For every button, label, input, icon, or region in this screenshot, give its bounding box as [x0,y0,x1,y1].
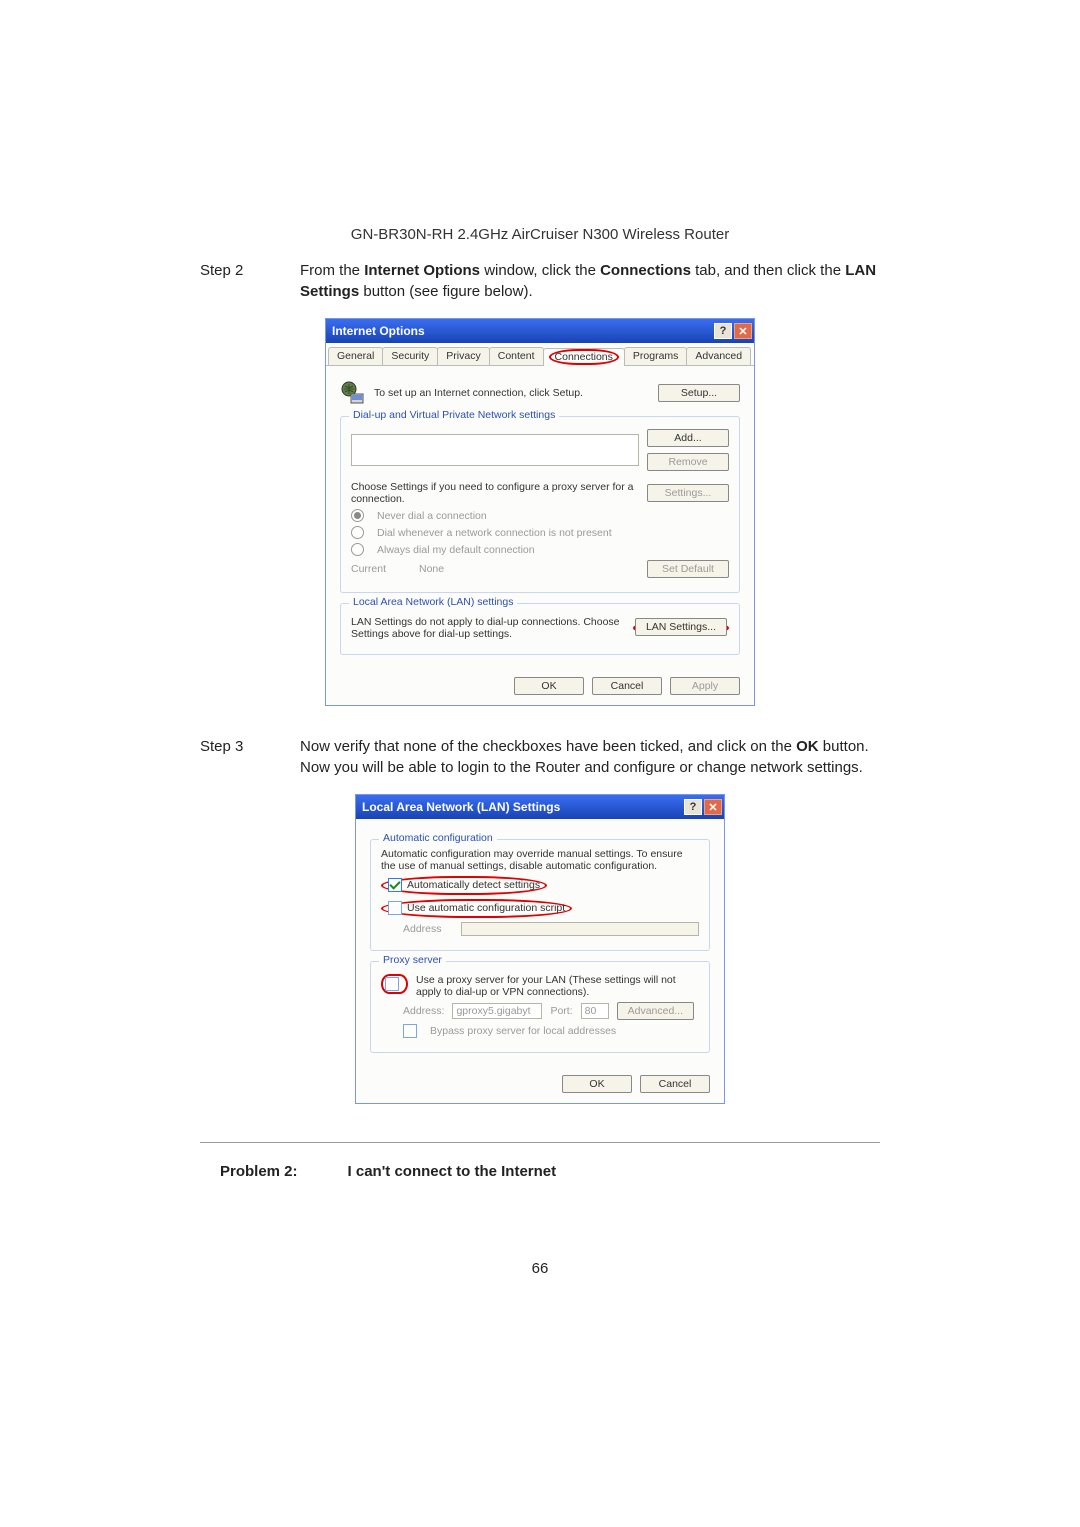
b: Connections [600,262,691,279]
ok-button[interactable]: OK [514,677,584,695]
step-2: Step 2 From the Internet Options window,… [200,260,880,302]
proxy-check-highlight [381,974,408,994]
lan-settings-highlight: LAN Settings... [633,620,729,636]
problem-2: Problem 2: I can't connect to the Intern… [220,1163,880,1180]
lan-legend: Local Area Network (LAN) settings [349,596,517,608]
step3-label: Step 3 [200,736,270,778]
dvp-legend: Dial-up and Virtual Private Network sett… [349,409,559,421]
dvp-fieldset: Dial-up and Virtual Private Network sett… [340,416,740,593]
io-title: Internet Options [332,324,425,338]
step2-text: From the Internet Options window, click … [300,260,880,302]
io-title-bar[interactable]: Internet Options ? ✕ [326,319,754,343]
b: OK [796,738,819,755]
proxy-check-label: Use a proxy server for your LAN (These s… [416,974,699,998]
ok-button[interactable]: OK [562,1075,632,1093]
t: From the [300,262,364,279]
radio-icon [351,543,364,556]
bypass-check[interactable]: Bypass proxy server for local addresses [403,1024,699,1038]
auto-hint: Automatic configuration may override man… [381,848,699,872]
tab-content[interactable]: Content [489,347,544,365]
radio-icon [351,526,364,539]
lan-title-bar[interactable]: Local Area Network (LAN) Settings ? ✕ [356,795,724,819]
radio-always[interactable]: Always dial my default connection [351,543,729,556]
cancel-button[interactable]: Cancel [592,677,662,695]
help-button[interactable]: ? [684,799,702,815]
set-default-button[interactable]: Set Default [647,560,729,578]
settings-hint: Choose Settings if you need to configure… [351,481,639,505]
t: window, click the [480,262,600,279]
auto-legend: Automatic configuration [379,832,497,844]
lan-hint: LAN Settings do not apply to dial-up con… [351,616,625,640]
step-3: Step 3 Now verify that none of the check… [200,736,880,778]
bypass-label: Bypass proxy server for local addresses [430,1025,616,1037]
radio-whenever[interactable]: Dial whenever a network connection is no… [351,526,729,539]
auto-detect-check[interactable]: Automatically detect settings [381,876,699,895]
addr2-label: Address: [403,1005,444,1017]
tab-general[interactable]: General [328,347,383,365]
checkbox-icon [388,901,402,915]
help-button[interactable]: ? [714,323,732,339]
radio-icon [351,509,364,522]
add-button[interactable]: Add... [647,429,729,447]
page-header: GN-BR30N-RH 2.4GHz AirCruiser N300 Wirel… [0,226,1080,243]
close-button[interactable]: ✕ [704,799,722,815]
auto-script-check[interactable]: Use automatic configuration script [381,899,699,918]
t: tab, and then click the [691,262,845,279]
io-setup-text: To set up an Internet connection, click … [374,387,650,399]
problem-label: Problem 2: [220,1163,298,1180]
tab-advanced[interactable]: Advanced [686,347,751,365]
settings-button[interactable]: Settings... [647,484,729,502]
cancel-button[interactable]: Cancel [640,1075,710,1093]
tab-programs[interactable]: Programs [624,347,688,365]
lan-fieldset: Local Area Network (LAN) settings LAN Se… [340,603,740,655]
proxy-legend: Proxy server [379,954,446,966]
lan-settings-button[interactable]: LAN Settings... [635,618,727,636]
globe-wizard-icon [340,380,366,406]
checkbox-icon [388,878,402,892]
tab-privacy[interactable]: Privacy [437,347,489,365]
r2: Dial whenever a network connection is no… [377,527,612,539]
checkbox-icon [385,977,399,991]
lan-title: Local Area Network (LAN) Settings [362,800,560,814]
lan-settings-dialog: Local Area Network (LAN) Settings ? ✕ Au… [355,794,725,1104]
port-label: Port: [550,1005,572,1017]
remove-button[interactable]: Remove [647,453,729,471]
auto-config-fieldset: Automatic configuration Automatic config… [370,839,710,951]
divider [200,1142,880,1143]
problem-title: I can't connect to the Internet [348,1163,557,1180]
step2-label: Step 2 [200,260,270,302]
radio-never[interactable]: Never dial a connection [351,509,729,522]
script-address-input[interactable] [461,922,699,936]
step3-text: Now verify that none of the checkboxes h… [300,736,880,778]
io-tabs: General Security Privacy Content Connect… [326,343,754,366]
t: Now verify that none of the checkboxes h… [300,738,796,755]
page-number: 66 [0,1260,1080,1277]
current-label: Current [351,563,411,575]
auto-detect-label: Automatically detect settings [407,879,540,891]
r3: Always dial my default connection [377,544,535,556]
t: button (see figure below). [359,283,532,300]
setup-button[interactable]: Setup... [658,384,740,402]
auto-script-highlight: Use automatic configuration script [381,899,572,918]
b: Internet Options [364,262,480,279]
apply-button[interactable]: Apply [670,677,740,695]
internet-options-dialog: Internet Options ? ✕ General Security Pr… [325,318,755,706]
proxy-fieldset: Proxy server Use a proxy server for your… [370,961,710,1053]
address-label: Address [403,923,453,935]
advanced-button[interactable]: Advanced... [617,1002,694,1020]
proxy-check[interactable]: Use a proxy server for your LAN (These s… [381,974,699,998]
connections-listbox[interactable] [351,434,639,466]
close-button[interactable]: ✕ [734,323,752,339]
auto-detect-highlight: Automatically detect settings [381,876,547,895]
tab-security[interactable]: Security [382,347,438,365]
auto-script-label: Use automatic configuration script [407,902,565,914]
tab-connections[interactable]: Connections [543,348,625,366]
current-value: None [419,563,639,575]
connections-highlight: Connections [549,349,619,365]
proxy-port-input[interactable]: 80 [581,1003,609,1019]
r1: Never dial a connection [377,510,487,522]
checkbox-icon [403,1024,417,1038]
proxy-address-input[interactable]: gproxy5.gigabyt [452,1003,542,1019]
